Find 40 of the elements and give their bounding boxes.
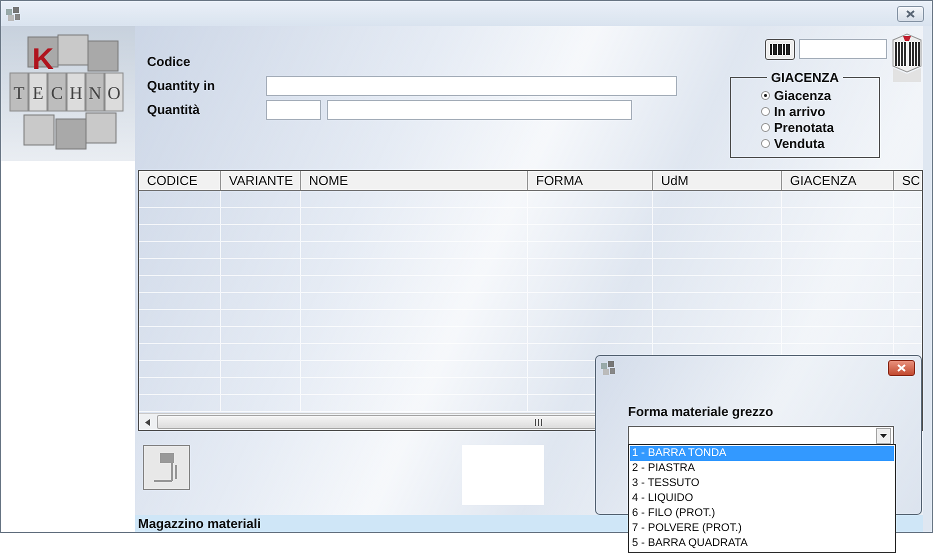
field-label: Codice <box>147 53 192 71</box>
close-icon <box>906 10 915 18</box>
radio-option[interactable]: Venduta <box>761 135 879 151</box>
dropdown-option[interactable]: 4 - LIQUIDO <box>630 491 894 506</box>
grip-icon <box>535 418 542 426</box>
barcode-button[interactable] <box>765 39 795 60</box>
machine-button[interactable] <box>143 445 190 490</box>
column-header[interactable]: CODICE <box>139 170 221 190</box>
field-label: Forma materiale grezzo <box>628 403 774 421</box>
column-header[interactable]: VARIANTE <box>221 170 301 190</box>
input-field[interactable] <box>327 100 632 120</box>
radio-option[interactable]: In arrivo <box>761 103 879 119</box>
column-header[interactable]: UdM <box>653 170 782 190</box>
dropdown-option[interactable]: 3 - TESSUTO <box>630 476 894 491</box>
barcode-cube-icon <box>891 32 923 84</box>
close-button[interactable] <box>888 360 915 376</box>
barcode-field[interactable] <box>799 39 887 59</box>
field-label: Quantità <box>147 101 201 119</box>
radio-option[interactable]: Prenotata <box>761 119 879 135</box>
radio-option[interactable]: Giacenza <box>761 87 879 103</box>
left-arrow-icon <box>145 418 151 426</box>
dropdown-button[interactable] <box>876 428 891 444</box>
column-header[interactable]: FORMA <box>528 170 653 190</box>
dropdown-option[interactable]: 2 - PIASTRA <box>630 461 894 476</box>
dropdown-field[interactable] <box>628 426 894 446</box>
barcode-icon <box>770 44 790 55</box>
caret-icon <box>880 434 887 438</box>
group-title: GIACENZA <box>770 70 840 85</box>
field-label: Quantity in <box>147 77 216 95</box>
input-field[interactable] <box>266 100 321 120</box>
column-header[interactable]: NOME <box>301 170 528 190</box>
app-icon <box>600 360 616 376</box>
input-field[interactable] <box>266 76 677 96</box>
app-icon <box>5 6 21 22</box>
column-header[interactable]: GIACENZA <box>782 170 894 190</box>
column-header[interactable]: SC <box>894 170 922 190</box>
logo-drawing: K T E C H N O <box>6 32 130 154</box>
close-button[interactable] <box>897 6 924 22</box>
close-icon <box>897 364 906 372</box>
dropdown-option[interactable]: 5 - BARRA QUADRATA <box>630 536 894 551</box>
